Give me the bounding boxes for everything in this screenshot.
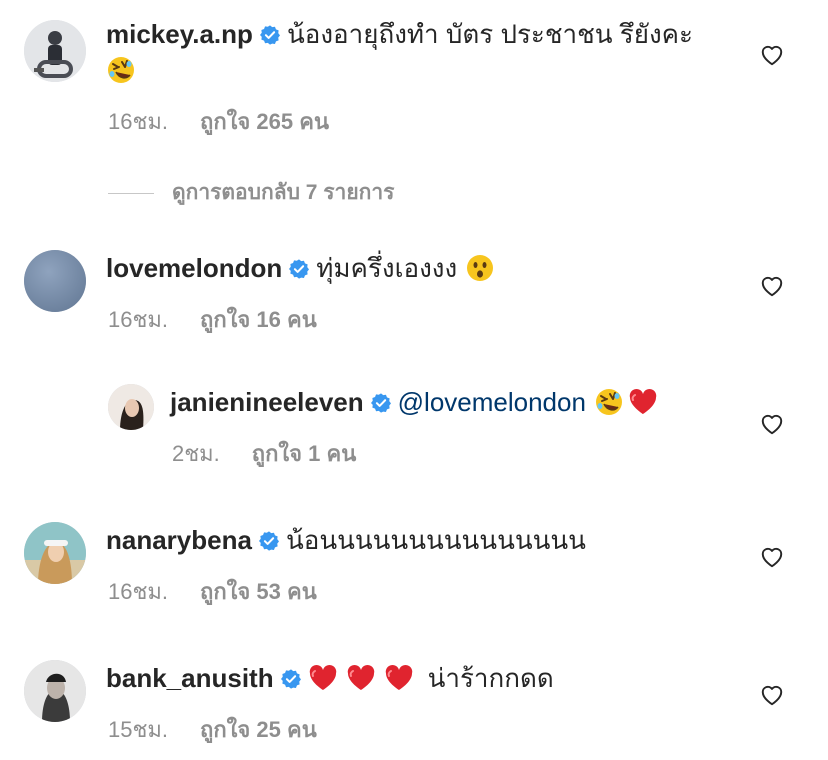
view-replies-label: ดูการตอบกลับ 7 รายการ — [172, 181, 395, 204]
username[interactable]: nanarybena — [106, 525, 252, 555]
comment-text: น้อนนนนนนนนนนนนนนน — [285, 525, 586, 555]
comment-body: lovemelondon ทุ่มครึ่งเองงง — [106, 250, 495, 286]
heart-outline-icon[interactable] — [759, 42, 785, 68]
heart-outline-icon[interactable] — [759, 411, 785, 437]
likes-count[interactable]: ถูกใจ 25 คน — [200, 717, 317, 742]
verified-badge-icon — [370, 392, 392, 414]
view-replies-button[interactable]: ดูการตอบกลับ 7 รายการ — [108, 176, 394, 209]
red-heart-emoji-icon — [384, 663, 414, 693]
verified-badge-icon — [259, 24, 281, 46]
red-heart-emoji-icon — [628, 387, 658, 417]
avatar[interactable] — [24, 250, 86, 312]
timestamp: 15ชม. — [108, 717, 169, 742]
heart-outline-icon[interactable] — [759, 682, 785, 708]
avatar[interactable] — [108, 384, 154, 430]
comment-meta: 16ชม. ถูกใจ 16 คน — [108, 302, 317, 337]
likes-count[interactable]: ถูกใจ 1 คน — [252, 441, 357, 466]
comment-body: janienineeleven @lovemelondon — [170, 384, 658, 420]
comment-body: bank_anusith น่าร้ากกดด — [106, 660, 554, 696]
username[interactable]: lovemelondon — [106, 253, 282, 283]
rofl-emoji-icon — [594, 387, 624, 417]
timestamp: 2ชม. — [172, 441, 220, 466]
username[interactable]: mickey.a.np — [106, 19, 253, 49]
comment-body: nanarybena น้อนนนนนนนนนนนนนนน — [106, 522, 586, 558]
comment-body-continued — [106, 52, 136, 88]
comment-text: ทุ่มครึ่งเองงง — [316, 253, 458, 283]
comment-body: mickey.a.np น้องอายุถึงทำ บัตร ประชาชน รึ… — [106, 16, 693, 52]
likes-count[interactable]: ถูกใจ 53 คน — [200, 579, 317, 604]
comment-meta: 2ชม. ถูกใจ 1 คน — [172, 436, 356, 471]
mention-link[interactable]: @lovemelondon — [398, 387, 586, 417]
surprised-emoji-icon — [465, 253, 495, 283]
avatar[interactable] — [24, 20, 86, 82]
avatar[interactable] — [24, 660, 86, 722]
verified-badge-icon — [280, 668, 302, 690]
comment-meta: 15ชม. ถูกใจ 25 คน — [108, 712, 317, 747]
rofl-emoji-icon — [106, 55, 136, 85]
avatar[interactable] — [24, 522, 86, 584]
timestamp: 16ชม. — [108, 307, 169, 332]
likes-count[interactable]: ถูกใจ 265 คน — [200, 109, 329, 134]
verified-badge-icon — [288, 258, 310, 280]
timestamp: 16ชม. — [108, 579, 169, 604]
username[interactable]: janienineeleven — [170, 387, 364, 417]
comment-text: น้องอายุถึงทำ บัตร ประชาชน รึยังคะ — [286, 19, 694, 49]
verified-badge-icon — [258, 530, 280, 552]
comment-meta: 16ชม. ถูกใจ 53 คน — [108, 574, 317, 609]
username[interactable]: bank_anusith — [106, 663, 274, 693]
likes-count[interactable]: ถูกใจ 16 คน — [200, 307, 317, 332]
comment-text: น่าร้ากกดด — [427, 663, 554, 693]
heart-outline-icon[interactable] — [759, 273, 785, 299]
timestamp: 16ชม. — [108, 109, 169, 134]
red-heart-emoji-icon — [308, 663, 338, 693]
red-heart-emoji-icon — [346, 663, 376, 693]
heart-outline-icon[interactable] — [759, 544, 785, 570]
comment-meta: 16ชม. ถูกใจ 265 คน — [108, 104, 329, 139]
divider — [108, 192, 154, 194]
